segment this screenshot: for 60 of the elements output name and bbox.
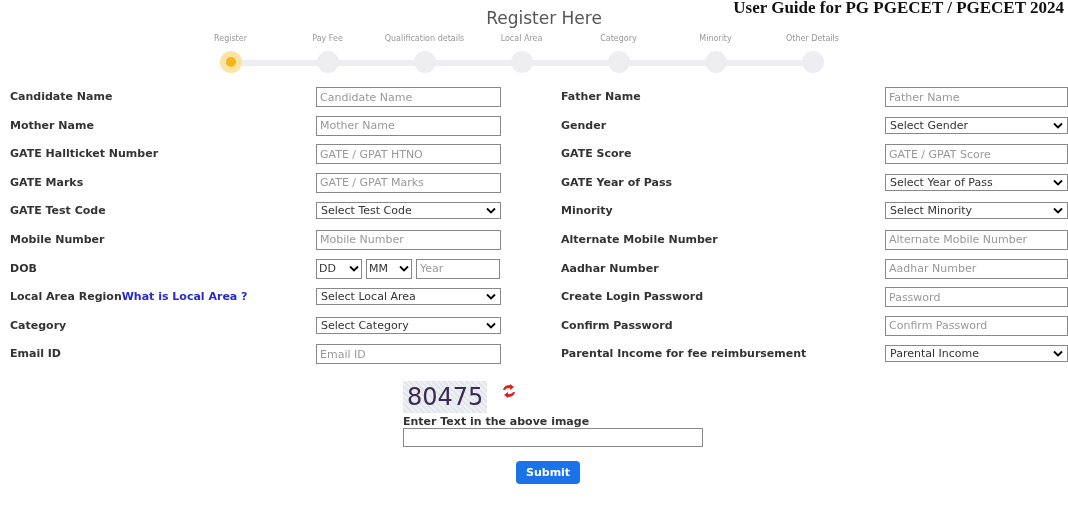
captcha-label: Enter Text in the above image <box>403 414 591 428</box>
chevron-down-icon <box>486 321 496 329</box>
select-dropdown[interactable]: Select Year of Pass <box>885 173 1068 191</box>
field-label: Candidate Name <box>10 90 113 103</box>
input-field[interactable]: Password <box>885 287 1068 308</box>
field-label: Create Login Password <box>561 290 704 304</box>
chevron-down-icon <box>1053 178 1063 186</box>
field-label: Father Name <box>561 90 641 103</box>
local-area-link[interactable]: What is Local Area ? <box>121 290 248 304</box>
input-field[interactable]: Mother Name <box>316 115 501 136</box>
field-label: Confirm Password <box>561 318 673 332</box>
field-label: Gender <box>561 118 607 132</box>
field-label: Mobile Number <box>10 232 105 246</box>
field-label: Mother Name <box>10 118 94 132</box>
input-field[interactable]: Confirm Password <box>885 315 1068 336</box>
field-label: DOB <box>10 261 37 275</box>
input-field[interactable]: Aadhar Number <box>885 258 1068 279</box>
input-field[interactable]: GATE / GPAT Marks <box>316 172 501 193</box>
select-dropdown[interactable]: Select Minority <box>885 202 1068 220</box>
field-label: Email ID <box>10 347 61 361</box>
field-label: Parental Income for fee reimbursement <box>561 347 807 361</box>
chevron-down-icon <box>1053 350 1063 358</box>
field-label: Aadhar Number <box>561 261 659 275</box>
field-label: Local Area Region <box>10 290 122 304</box>
captcha-input[interactable] <box>403 427 703 447</box>
select-dropdown[interactable]: Select Local Area <box>316 288 501 306</box>
chevron-down-icon <box>349 265 359 273</box>
input-field[interactable]: GATE / GPAT Score <box>885 144 1068 165</box>
select-dropdown[interactable]: Select Test Code <box>316 202 501 220</box>
chevron-down-icon <box>1053 121 1063 129</box>
chevron-down-icon <box>486 207 496 215</box>
input-field[interactable]: Father Name <box>885 87 1068 107</box>
page-title: Register Here <box>486 8 602 28</box>
chevron-down-icon <box>486 293 496 301</box>
submit-button[interactable]: Submit <box>516 460 581 484</box>
select-dropdown[interactable]: Select Category <box>316 316 501 334</box>
guide-title: User Guide for PG PGECET / PGECET 2024 <box>733 0 1064 16</box>
field-label: GATE Marks <box>10 175 84 189</box>
input-field[interactable]: Alternate Mobile Number <box>885 229 1068 250</box>
input-field[interactable]: Mobile Number <box>316 229 501 250</box>
chevron-down-icon <box>1053 207 1063 215</box>
field-label: Minority <box>561 204 613 218</box>
day-select[interactable]: DD <box>316 258 362 279</box>
field-label: GATE Year of Pass <box>561 175 673 189</box>
field-label: Category <box>10 318 67 332</box>
select-dropdown[interactable]: Parental Income <box>885 345 1068 363</box>
chevron-down-icon <box>399 265 409 273</box>
field-label: GATE Test Code <box>10 204 106 218</box>
field-label: Alternate Mobile Number <box>561 232 718 246</box>
field-label: GATE Hallticket Number <box>10 147 159 161</box>
select-dropdown[interactable]: Select Gender <box>885 116 1068 134</box>
year-field[interactable]: Year <box>416 258 500 279</box>
month-select[interactable]: MM <box>366 258 412 279</box>
input-field[interactable]: Candidate Name <box>316 87 501 107</box>
input-field[interactable]: Email ID <box>316 344 501 365</box>
field-label: GATE Score <box>561 147 632 161</box>
step-dot[interactable] <box>219 51 242 73</box>
input-field[interactable]: GATE / GPAT HTNO <box>316 144 501 165</box>
refresh-icon[interactable] <box>501 383 518 398</box>
captcha-image: 80475 <box>403 380 488 413</box>
